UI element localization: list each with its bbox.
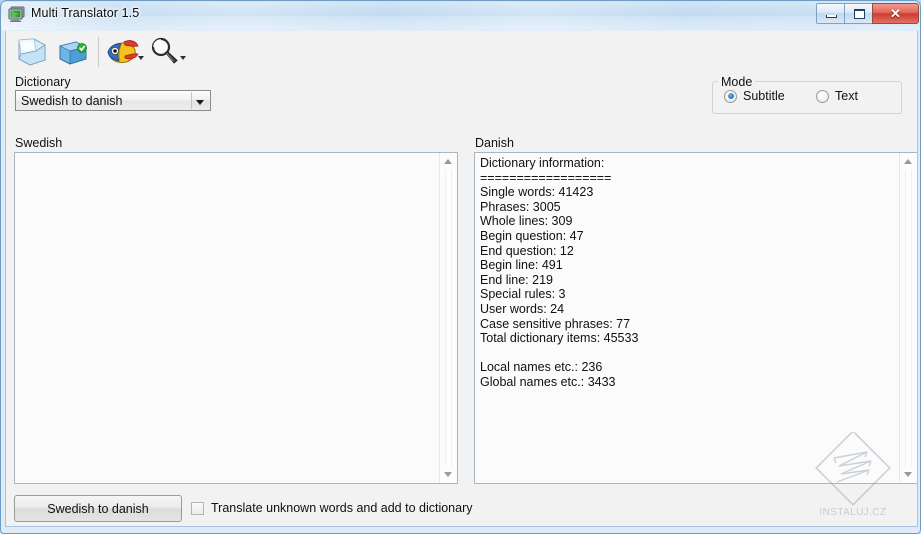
target-scroll-up-button[interactable]: [900, 153, 917, 170]
watermark-text: INSTALUJ.CZ: [819, 507, 887, 518]
target-textarea[interactable]: Dictionary information: ================…: [474, 152, 917, 484]
dictionary-dropdown-button[interactable]: [191, 92, 209, 109]
magnifier-icon[interactable]: [146, 34, 186, 72]
title-bar[interactable]: Multi Translator 1.5 ✕: [1, 1, 920, 30]
window-title: Multi Translator 1.5: [31, 6, 140, 20]
chevron-up-icon: [444, 159, 452, 164]
magnifier-dropdown-arrow[interactable]: [180, 56, 186, 60]
toolbar: [6, 31, 917, 75]
target-scroll-down-button[interactable]: [900, 466, 917, 483]
translate-unknown-checkbox[interactable]: Translate unknown words and add to dicti…: [191, 501, 473, 515]
close-button[interactable]: ✕: [872, 3, 919, 24]
dictionary-selected-value: Swedish to danish: [21, 94, 123, 108]
open-file-icon[interactable]: [14, 34, 54, 72]
maximize-button[interactable]: [844, 3, 873, 24]
source-scroll-down-button[interactable]: [440, 466, 457, 483]
title-bar-glass: [2, 2, 920, 30]
radio-subtitle[interactable]: Subtitle: [724, 89, 785, 103]
application-window: Multi Translator 1.5 ✕ Dictionary Swedis…: [0, 0, 921, 534]
maximize-icon: [854, 9, 865, 19]
babelfish-icon[interactable]: [104, 34, 144, 72]
source-scroll-up-button[interactable]: [440, 153, 457, 170]
radio-text-indicator: [816, 89, 829, 103]
dictionary-select[interactable]: Swedish to danish: [15, 90, 211, 111]
target-panel-label: Danish: [475, 136, 514, 150]
babelfish-dropdown-arrow[interactable]: [138, 56, 144, 60]
chevron-down-icon: [196, 100, 204, 105]
source-panel-label: Swedish: [15, 136, 63, 150]
toolbar-separator: [98, 37, 99, 67]
client-area: Dictionary Swedish to danish Mode Subtit…: [5, 31, 918, 527]
minimize-icon: [826, 15, 837, 18]
target-text-content: Dictionary information: ================…: [480, 156, 639, 389]
target-scrollbar[interactable]: [899, 153, 917, 483]
radio-text-label: Text: [835, 89, 858, 103]
checkbox-label: Translate unknown words and add to dicti…: [211, 501, 473, 515]
save-file-icon[interactable]: [54, 34, 94, 72]
radio-subtitle-indicator: [724, 89, 737, 103]
checkbox-indicator: [191, 501, 204, 515]
chevron-down-icon: [444, 472, 452, 477]
window-frame: Multi Translator 1.5 ✕ Dictionary Swedis…: [0, 0, 921, 534]
source-textarea[interactable]: [14, 152, 458, 484]
translate-button[interactable]: Swedish to danish: [14, 495, 182, 522]
chevron-down-icon: [904, 472, 912, 477]
minimize-button[interactable]: [816, 3, 845, 24]
source-scrollbar[interactable]: [439, 153, 457, 483]
dictionary-label: Dictionary: [15, 75, 71, 89]
app-monitor-icon: [8, 6, 26, 23]
mode-group-title: Mode: [718, 75, 756, 89]
close-icon: ✕: [890, 6, 901, 21]
radio-text[interactable]: Text: [816, 89, 858, 103]
chevron-up-icon: [904, 159, 912, 164]
target-scroll-track[interactable]: [905, 170, 912, 466]
source-scroll-track[interactable]: [445, 170, 452, 466]
window-controls: ✕: [816, 3, 919, 25]
radio-subtitle-label: Subtitle: [743, 89, 785, 103]
